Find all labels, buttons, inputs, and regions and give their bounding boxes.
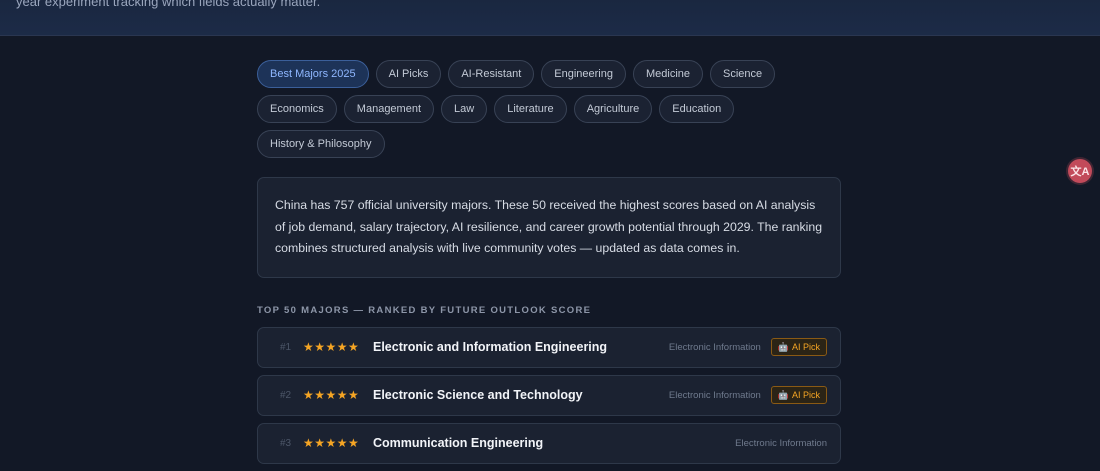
header-banner: year experiment tracking which fields ac…	[0, 0, 1100, 36]
major-name: Communication Engineering	[373, 436, 544, 450]
translate-icon: 文A	[1070, 166, 1090, 178]
major-category: Electronic Information	[668, 389, 761, 401]
filter-chip-history-philosophy[interactable]: History & Philosophy	[257, 130, 385, 158]
major-name: Electronic Science and Technology	[373, 388, 583, 402]
filter-chip-ai-resistant[interactable]: AI-Resistant	[448, 60, 535, 88]
major-name: Electronic and Information Engineering	[373, 340, 608, 354]
ranking-section-label: TOP 50 MAJORS — RANKED BY FUTURE OUTLOOK…	[257, 304, 592, 316]
filter-chip-engineering[interactable]: Engineering	[541, 60, 626, 88]
ranking-list: #1 ★★★★★ Electronic and Information Engi…	[257, 326, 841, 464]
filter-chip-management[interactable]: Management	[343, 95, 435, 123]
star-rating: ★★★★★	[303, 436, 360, 450]
ai-pick-badge: 🤖 AI Pick	[770, 386, 827, 404]
ranking-row[interactable]: #3 ★★★★★ Communication Engineering Elect…	[257, 422, 841, 464]
filter-chips: Best Majors 2025 AI Picks AI-Resistant E…	[257, 60, 841, 158]
major-category: Electronic Information	[668, 341, 761, 353]
rank-number: #1	[280, 341, 292, 353]
filter-chip-literature[interactable]: Literature	[494, 95, 567, 123]
filter-chip-ai-picks[interactable]: AI Picks	[375, 60, 442, 88]
translate-button[interactable]: 文A	[1068, 159, 1092, 183]
ai-pick-badge-label: AI Pick	[791, 342, 820, 352]
filter-chip-science[interactable]: Science	[710, 60, 776, 88]
rank-number: #2	[280, 389, 292, 401]
ranking-row[interactable]: #1 ★★★★★ Electronic and Information Engi…	[257, 326, 841, 368]
filter-chip-best-majors-2025[interactable]: Best Majors 2025	[257, 60, 369, 88]
major-category: Electronic Information	[735, 437, 827, 449]
robot-icon: 🤖	[777, 389, 789, 400]
header-subtitle: year experiment tracking which fields ac…	[16, 0, 321, 9]
rank-number: #3	[280, 437, 292, 449]
robot-icon: 🤖	[777, 341, 789, 352]
filter-chip-law[interactable]: Law	[441, 95, 488, 123]
filter-chip-agriculture[interactable]: Agriculture	[573, 95, 653, 123]
intro-text: China has 757 official university majors…	[275, 198, 823, 255]
filter-chip-medicine[interactable]: Medicine	[632, 60, 704, 88]
star-rating: ★★★★★	[303, 388, 360, 402]
ranking-row[interactable]: #2 ★★★★★ Electronic Science and Technolo…	[257, 374, 841, 416]
intro-card: China has 757 official university majors…	[257, 177, 841, 278]
ai-pick-badge-label: AI Pick	[791, 390, 820, 400]
filter-chip-economics[interactable]: Economics	[257, 95, 337, 123]
star-rating: ★★★★★	[303, 340, 360, 354]
filter-chip-education[interactable]: Education	[659, 95, 735, 123]
main-content: Best Majors 2025 AI Picks AI-Resistant E…	[257, 60, 841, 471]
ai-pick-badge: 🤖 AI Pick	[770, 338, 827, 356]
